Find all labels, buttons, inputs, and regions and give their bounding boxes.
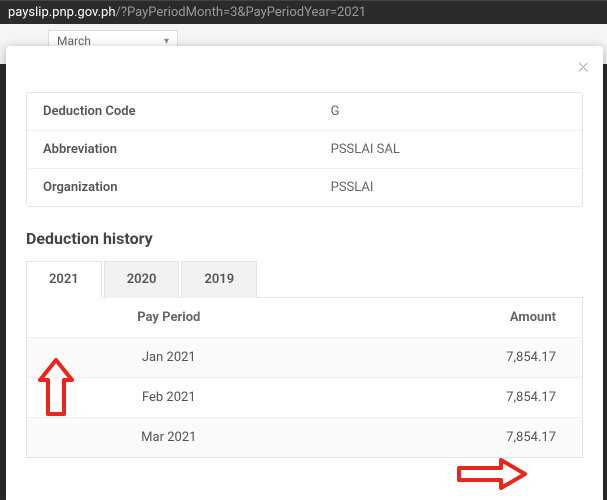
info-value: G (331, 104, 566, 119)
cell-amount: 7,854.17 (253, 350, 564, 365)
col-header-amount: Amount (253, 310, 564, 325)
chevron-down-icon: ▾ (164, 36, 169, 47)
tab-2020[interactable]: 2020 (104, 261, 180, 298)
info-value: PSSLAI (331, 180, 566, 195)
deduction-detail-modal: × Deduction Code G Abbreviation PSSLAI S… (6, 46, 603, 500)
tab-2019[interactable]: 2019 (181, 261, 257, 298)
info-row: Abbreviation PSSLAI SAL (27, 130, 582, 168)
table-header-row: Pay Period Amount (27, 298, 582, 337)
info-label: Deduction Code (43, 104, 331, 119)
info-row: Organization PSSLAI (27, 168, 582, 206)
cell-period: Jan 2021 (45, 350, 253, 365)
deduction-info-card: Deduction Code G Abbreviation PSSLAI SAL… (26, 92, 583, 207)
info-row: Deduction Code G (27, 93, 582, 130)
url-path: /?PayPeriodMonth=3&PayPeriodYear=2021 (116, 5, 367, 20)
section-title: Deduction history (26, 229, 583, 248)
cell-period: Mar 2021 (45, 430, 253, 445)
table-row: Feb 2021 7,854.17 (27, 377, 582, 417)
col-header-period: Pay Period (45, 310, 253, 325)
info-label: Abbreviation (43, 142, 331, 157)
year-tabs: 2021 2020 2019 (26, 260, 583, 298)
tab-2021[interactable]: 2021 (26, 261, 102, 298)
table-row: Mar 2021 7,854.17 (27, 417, 582, 457)
url-host: payslip.pnp.gov.ph (8, 5, 116, 20)
info-value: PSSLAI SAL (331, 142, 566, 157)
cell-amount: 7,854.17 (253, 430, 564, 445)
deduction-table: Pay Period Amount Jan 2021 7,854.17 Feb … (26, 298, 583, 458)
annotation-arrow-right-icon (457, 458, 527, 490)
browser-url-bar[interactable]: payslip.pnp.gov.ph/?PayPeriodMonth=3&Pay… (0, 0, 607, 24)
close-icon[interactable]: × (577, 56, 589, 78)
table-row: Jan 2021 7,854.17 (27, 337, 582, 377)
cell-period: Feb 2021 (45, 390, 253, 405)
cell-amount: 7,854.17 (253, 390, 564, 405)
info-label: Organization (43, 180, 331, 195)
